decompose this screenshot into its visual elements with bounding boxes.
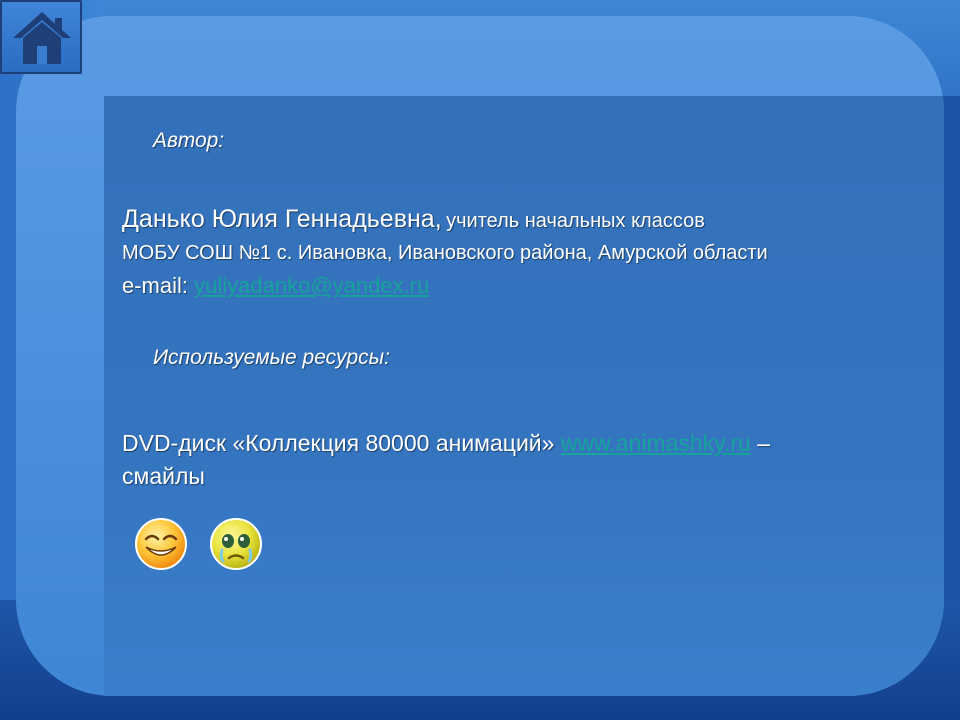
resources-link[interactable]: www.animashky.ru: [561, 430, 751, 456]
author-email-line: e-mail: yuliyadanko@yandex.ru: [122, 273, 429, 299]
author-school: МОБУ СОШ №1 с. Ивановка, Ивановского рай…: [122, 242, 768, 264]
crying-smiley-icon: [210, 518, 262, 570]
resources-dash: –: [757, 430, 771, 456]
resources-line: DVD-диск «Коллекция 80000 анимаций» www.…: [122, 430, 770, 457]
author-name: Данько Юлия Геннадьевна,: [122, 205, 442, 233]
author-heading: Автор:: [153, 129, 225, 152]
email-link[interactable]: yuliyadanko@yandex.ru: [194, 273, 429, 298]
resources-text: DVD-диск «Коллекция 80000 анимаций»: [122, 430, 555, 456]
home-icon: [13, 12, 71, 64]
slide-content-area: [104, 96, 944, 696]
home-button[interactable]: [0, 0, 82, 74]
author-position: учитель начальных классов: [446, 210, 705, 232]
author-name-line: Данько Юлия Геннадьевна, учитель начальн…: [122, 205, 705, 234]
email-label: e-mail:: [122, 273, 189, 298]
happy-smiley-icon: [135, 518, 187, 570]
resources-heading: Используемые ресурсы:: [153, 346, 390, 369]
resources-suffix: смайлы: [122, 463, 205, 489]
